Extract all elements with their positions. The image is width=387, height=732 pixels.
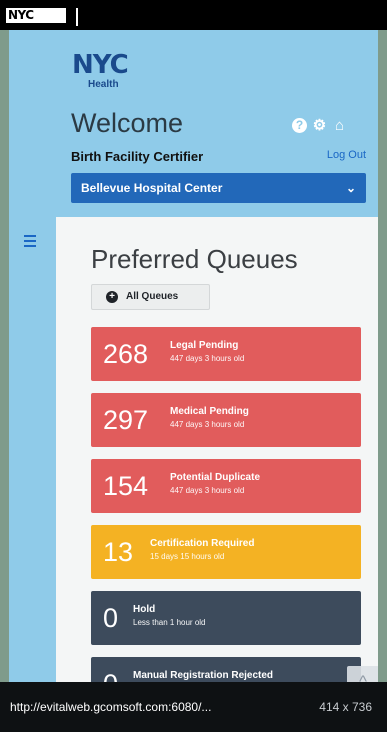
queue-count: 0 — [103, 603, 119, 633]
queue-name: Legal Pending — [170, 340, 239, 351]
status-url: http://evitalweb.gcomsoft.com:6080/... — [10, 700, 212, 714]
top-bar: NYC — [0, 0, 387, 30]
queue-count: 13 — [103, 537, 134, 567]
facility-select[interactable]: Bellevue Hospital Center ⌄ — [71, 173, 366, 203]
queue-card-potential-duplicate[interactable]: 154 Potential Duplicate 447 days 3 hours… — [91, 459, 361, 513]
queue-card-medical-pending[interactable]: 297 Medical Pending 447 days 3 hours old — [91, 393, 361, 447]
queue-count: 154 — [103, 471, 149, 501]
sidebar — [9, 217, 56, 682]
welcome-heading: Welcome — [71, 108, 184, 138]
logout-link[interactable]: Log Out — [327, 149, 366, 161]
chevron-up-icon: ^ — [359, 672, 367, 682]
user-role: Birth Facility Certifier — [71, 149, 204, 164]
health-logo-mark: NYC — [72, 50, 129, 80]
health-logo-text: Health — [88, 79, 119, 90]
hamburger-menu-icon[interactable] — [24, 235, 36, 250]
help-icon[interactable]: ? — [292, 118, 307, 133]
scroll-to-top-button[interactable]: ^ — [347, 666, 378, 682]
queue-age: 447 days 3 hours old — [170, 486, 245, 495]
queue-name: Certification Required — [150, 538, 255, 549]
queue-age: Less than 1 hour old — [133, 618, 206, 627]
nyc-health-logo: NYC Health — [72, 50, 129, 92]
queue-card-hold[interactable]: 0 Hold Less than 1 hour old — [91, 591, 361, 645]
queue-card-certification-required[interactable]: 13 Certification Required 15 days 15 hou… — [91, 525, 361, 579]
page-title: Preferred Queues — [91, 244, 298, 274]
viewport-dimensions: 414 x 736 — [319, 700, 372, 714]
nyc-logo: NYC — [6, 8, 66, 23]
facility-select-value: Bellevue Hospital Center — [81, 181, 223, 195]
queue-count: 268 — [103, 339, 149, 369]
queue-name: Potential Duplicate — [170, 472, 261, 483]
queue-age: 15 days 15 hours old — [150, 552, 225, 561]
queue-card-legal-pending[interactable]: 268 Legal Pending 447 days 3 hours old — [91, 327, 361, 381]
queue-card-manual-registration-rejected[interactable]: 0 Manual Registration Rejected — [91, 657, 361, 682]
all-queues-label: All Queues — [126, 291, 179, 302]
queue-name: Manual Registration Rejected — [133, 670, 274, 681]
main-content: Preferred Queues + All Queues 268 Legal … — [56, 217, 378, 682]
app-container: NYC Health Welcome ? ⚙ ⌂ Birth Facility … — [9, 30, 378, 682]
status-bar: http://evitalweb.gcomsoft.com:6080/... 4… — [0, 682, 387, 732]
queue-age: 447 days 3 hours old — [170, 354, 245, 363]
plus-circle-icon: + — [106, 291, 118, 303]
header: NYC Health Welcome ? ⚙ ⌂ Birth Facility … — [9, 30, 378, 217]
all-queues-button[interactable]: + All Queues — [91, 284, 210, 310]
chevron-down-icon: ⌄ — [345, 181, 356, 195]
queue-age: 447 days 3 hours old — [170, 420, 245, 429]
queue-name: Medical Pending — [170, 406, 249, 417]
queue-count: 0 — [103, 670, 118, 682]
gear-icon[interactable]: ⚙ — [312, 118, 327, 133]
queue-count: 297 — [103, 405, 149, 435]
queue-name: Hold — [133, 604, 156, 615]
header-icons: ? ⚙ ⌂ — [292, 118, 347, 133]
top-bar-divider — [76, 8, 78, 26]
home-icon[interactable]: ⌂ — [332, 118, 347, 133]
